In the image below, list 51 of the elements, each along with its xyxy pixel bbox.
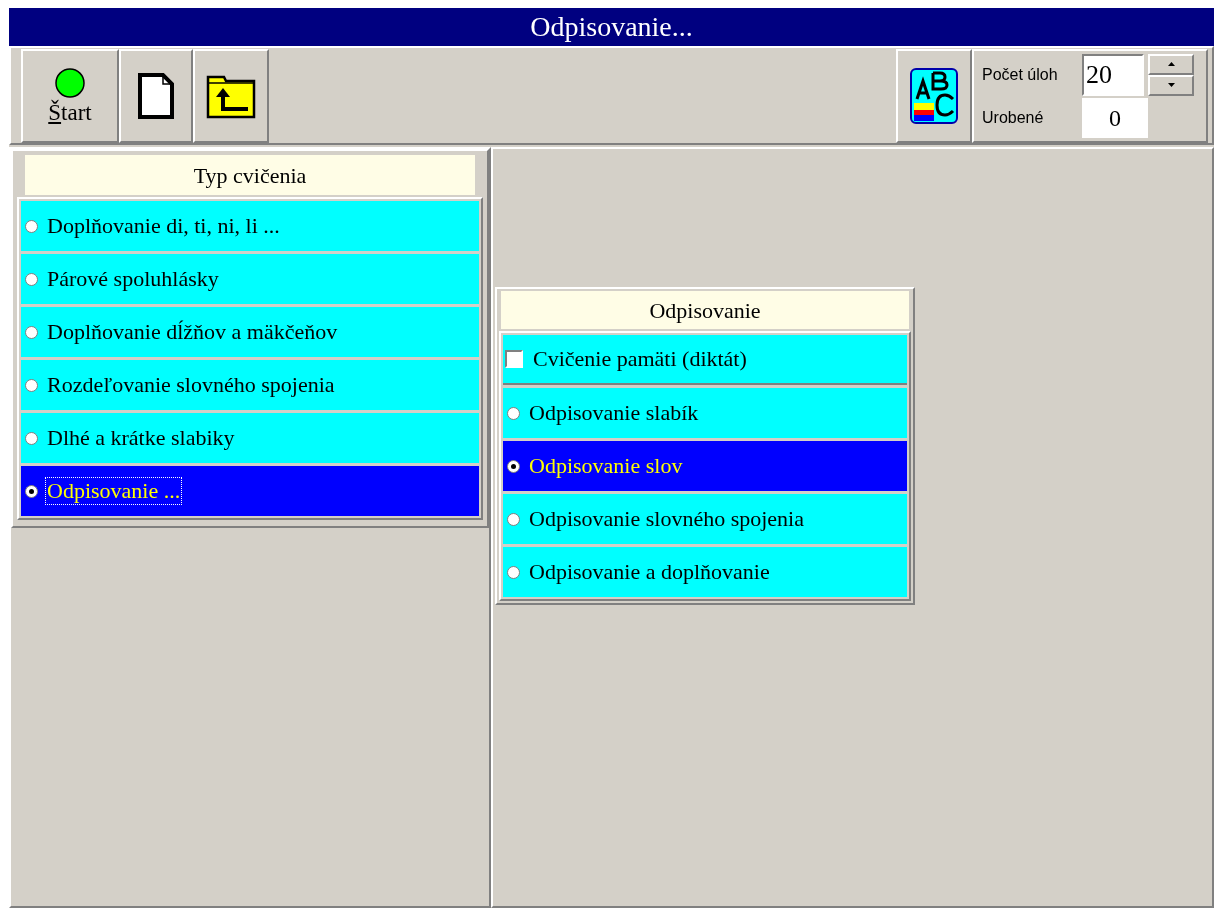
option-row[interactable]: Párové spoluhlásky [21,254,479,304]
radio-button[interactable] [507,512,520,526]
radio-button[interactable] [25,325,38,339]
up-arrow-icon [1167,62,1175,66]
option-label: Rozdeľovanie slovného spojenia [46,372,336,398]
start-button[interactable]: Štart [21,48,119,143]
done-count-field[interactable]: 0 [1082,97,1148,138]
option-label: Párové spoluhlásky [46,266,220,292]
new-document-button[interactable] [119,48,193,143]
radio-button[interactable] [25,431,38,445]
radio-button[interactable] [507,565,520,579]
decrement-button[interactable] [1148,74,1194,96]
option-row[interactable]: Rozdeľovanie slovného spojenia [21,360,479,410]
radio-button[interactable] [25,272,38,286]
option-row[interactable]: Doplňovanie dĺžňov a mäkčeňov [21,307,479,357]
option-label: Dlhé a krátke slabiky [46,425,236,451]
option-row[interactable]: Cvičenie pamäti (diktát) [503,335,907,385]
option-label: Doplňovanie di, ti, ni, li ... [46,213,281,239]
option-row[interactable]: Odpisovanie slabík [503,388,907,438]
checkbox[interactable] [505,350,523,368]
option-row[interactable]: Odpisovanie ... [21,466,479,516]
document-icon [136,70,176,121]
down-arrow-icon [1167,83,1175,87]
option-row[interactable]: Dlhé a krátke slabiky [21,413,479,463]
radio-button[interactable] [507,459,520,473]
radio-button[interactable] [25,219,38,233]
task-count-label: Počet úloh [982,64,1059,85]
done-count-label: Urobené [982,107,1045,128]
option-label: Cvičenie pamäti (diktát) [533,348,747,370]
option-row[interactable]: Odpisovanie slovného spojenia [503,494,907,544]
radio-button[interactable] [507,406,520,420]
option-label: Odpisovanie slabík [528,400,700,426]
option-label: Doplňovanie dĺžňov a mäkčeňov [46,319,339,345]
task-count-field[interactable]: 20 [1082,53,1144,96]
status-light-icon [54,67,86,99]
option-label: Odpisovanie ... [46,478,182,504]
option-label: Odpisovanie slovného spojenia [528,506,805,532]
option-label: Odpisovanie slov [528,453,684,479]
radio-button[interactable] [25,378,38,392]
panel-header: Odpisovanie [501,291,909,329]
option-label: Odpisovanie a doplňovanie [528,559,771,585]
spelling-button[interactable] [896,48,972,143]
radio-button[interactable] [25,484,38,498]
panel-header: Typ cvičenia [25,155,475,195]
increment-button[interactable] [1148,53,1194,75]
option-row[interactable]: Odpisovanie a doplňovanie [503,547,907,597]
abc-icon [909,66,959,125]
option-row[interactable]: Odpisovanie slov [503,441,907,491]
option-row[interactable]: Doplňovanie di, ti, ni, li ... [21,201,479,251]
open-folder-button[interactable] [193,48,269,143]
window-title: Odpisovanie... [530,13,693,41]
